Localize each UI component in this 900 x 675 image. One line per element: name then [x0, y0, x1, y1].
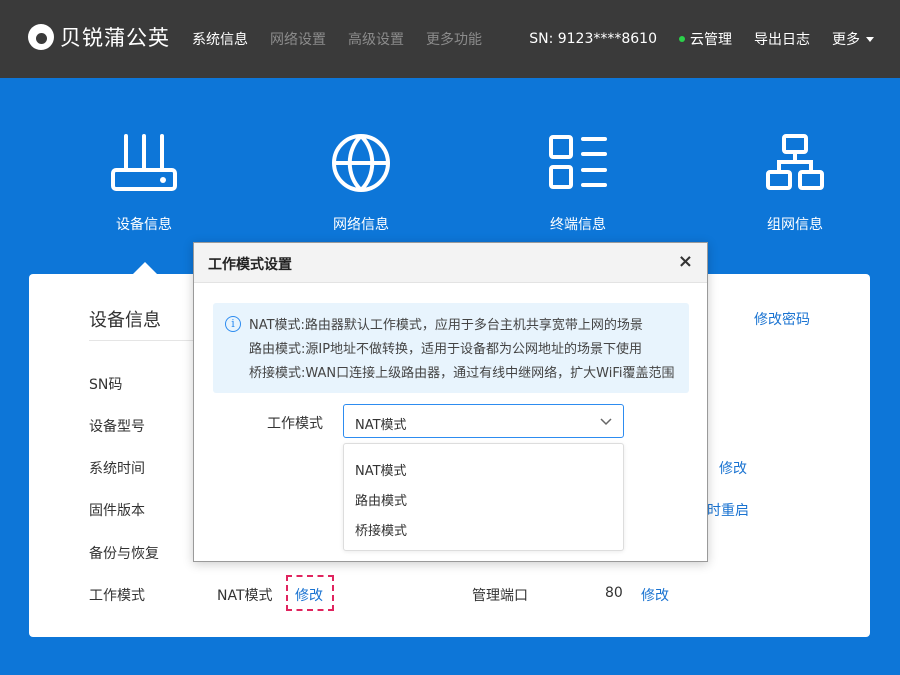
- option-nat-mode[interactable]: NAT模式: [355, 460, 407, 479]
- more-label: 更多: [832, 32, 860, 48]
- brand-name: 贝锐蒲公英: [60, 26, 170, 50]
- row-label-sn: SN码: [89, 377, 123, 393]
- online-status-icon: [679, 36, 685, 42]
- scheduled-reboot-link[interactable]: 时重启: [707, 500, 749, 520]
- nav-more-features[interactable]: 更多功能: [426, 29, 482, 49]
- serial-number: SN: 9123****8610: [529, 31, 657, 47]
- nav-network-settings[interactable]: 网络设置: [270, 29, 326, 49]
- section-device-info-label: 设备信息: [116, 217, 172, 233]
- close-icon[interactable]: ×: [678, 251, 693, 272]
- info-notice: i NAT模式:路由器默认工作模式，应用于多台主机共享宽带上网的场景 路由模式:…: [213, 303, 689, 393]
- cloud-manage-label: 云管理: [690, 32, 732, 48]
- info-lines: NAT模式:路由器默认工作模式，应用于多台主机共享宽带上网的场景 路由模式:源I…: [249, 314, 674, 386]
- row-label-firmware: 固件版本: [89, 503, 145, 519]
- list-icon: [549, 135, 607, 189]
- caret-down-icon: [866, 36, 874, 42]
- info-line-route: 路由模式:源IP地址不做转换，适用于设备都为公网地址的场景下使用: [249, 342, 643, 357]
- mgmt-port-value: 80: [605, 585, 623, 601]
- nav-advanced-settings[interactable]: 高级设置: [348, 29, 404, 49]
- section-terminal-info-label: 终端信息: [550, 217, 606, 233]
- section-network-info-label: 网络信息: [333, 217, 389, 233]
- row-label-system-time: 系统时间: [89, 461, 145, 477]
- section-terminal-info[interactable]: 终端信息: [518, 132, 638, 234]
- work-mode-dialog: 工作模式设置 × i NAT模式:路由器默认工作模式，应用于多台主机共享宽带上网…: [193, 242, 708, 562]
- section-mesh-info[interactable]: 组网信息: [735, 132, 855, 234]
- top-bar: 贝锐蒲公英 系统信息 网络设置 高级设置 更多功能 SN: 9123****86…: [0, 0, 900, 78]
- export-log-link[interactable]: 导出日志: [754, 29, 810, 49]
- info-icon: i: [225, 316, 241, 332]
- section-device-info[interactable]: 设备信息: [84, 132, 204, 234]
- more-menu[interactable]: 更多: [832, 29, 874, 49]
- work-mode-select[interactable]: NAT模式: [343, 404, 624, 438]
- network-topology-icon: [766, 134, 824, 190]
- chevron-down-icon: [600, 418, 612, 426]
- header-right: SN: 9123****8610 云管理 导出日志 更多: [529, 29, 874, 49]
- main-nav: 系统信息 网络设置 高级设置 更多功能: [192, 29, 482, 49]
- work-mode-options: NAT模式 路由模式 桥接模式: [343, 443, 624, 551]
- dialog-header: 工作模式设置 ×: [194, 243, 707, 283]
- brand-logo[interactable]: 贝锐蒲公英: [28, 22, 170, 52]
- nav-system-info[interactable]: 系统信息: [192, 29, 248, 49]
- row-label-model: 设备型号: [89, 419, 145, 435]
- work-mode-modify-link[interactable]: 修改: [295, 585, 323, 605]
- section-mesh-info-label: 组网信息: [767, 217, 823, 233]
- option-route-mode[interactable]: 路由模式: [355, 490, 407, 509]
- mgmt-port-modify-link[interactable]: 修改: [641, 585, 669, 605]
- row-label-backup-restore: 备份与恢复: [89, 546, 159, 562]
- section-network-info[interactable]: 网络信息: [301, 132, 421, 234]
- work-mode-field-label: 工作模式: [267, 416, 323, 432]
- info-line-nat: NAT模式:路由器默认工作模式，应用于多台主机共享宽带上网的场景: [249, 318, 643, 333]
- work-mode-selected-value: NAT模式: [355, 418, 407, 433]
- logo-icon: [28, 24, 54, 50]
- option-bridge-mode[interactable]: 桥接模式: [355, 520, 407, 539]
- router-icon: [111, 134, 177, 191]
- globe-icon: [332, 134, 390, 192]
- change-password-link[interactable]: 修改密码: [754, 309, 810, 329]
- work-mode-value: NAT模式: [217, 588, 273, 604]
- cloud-manage-link[interactable]: 云管理: [679, 29, 732, 49]
- dialog-title: 工作模式设置: [208, 257, 292, 273]
- row-label-work-mode: 工作模式: [89, 588, 145, 604]
- system-time-modify-link[interactable]: 修改: [719, 458, 747, 478]
- info-line-bridge: 桥接模式:WAN口连接上级路由器，通过有线中继网络，扩大WiFi覆盖范围: [249, 366, 675, 381]
- card-title: 设备信息: [89, 310, 161, 331]
- mgmt-port-label: 管理端口: [472, 588, 528, 604]
- active-section-pointer: [133, 262, 157, 274]
